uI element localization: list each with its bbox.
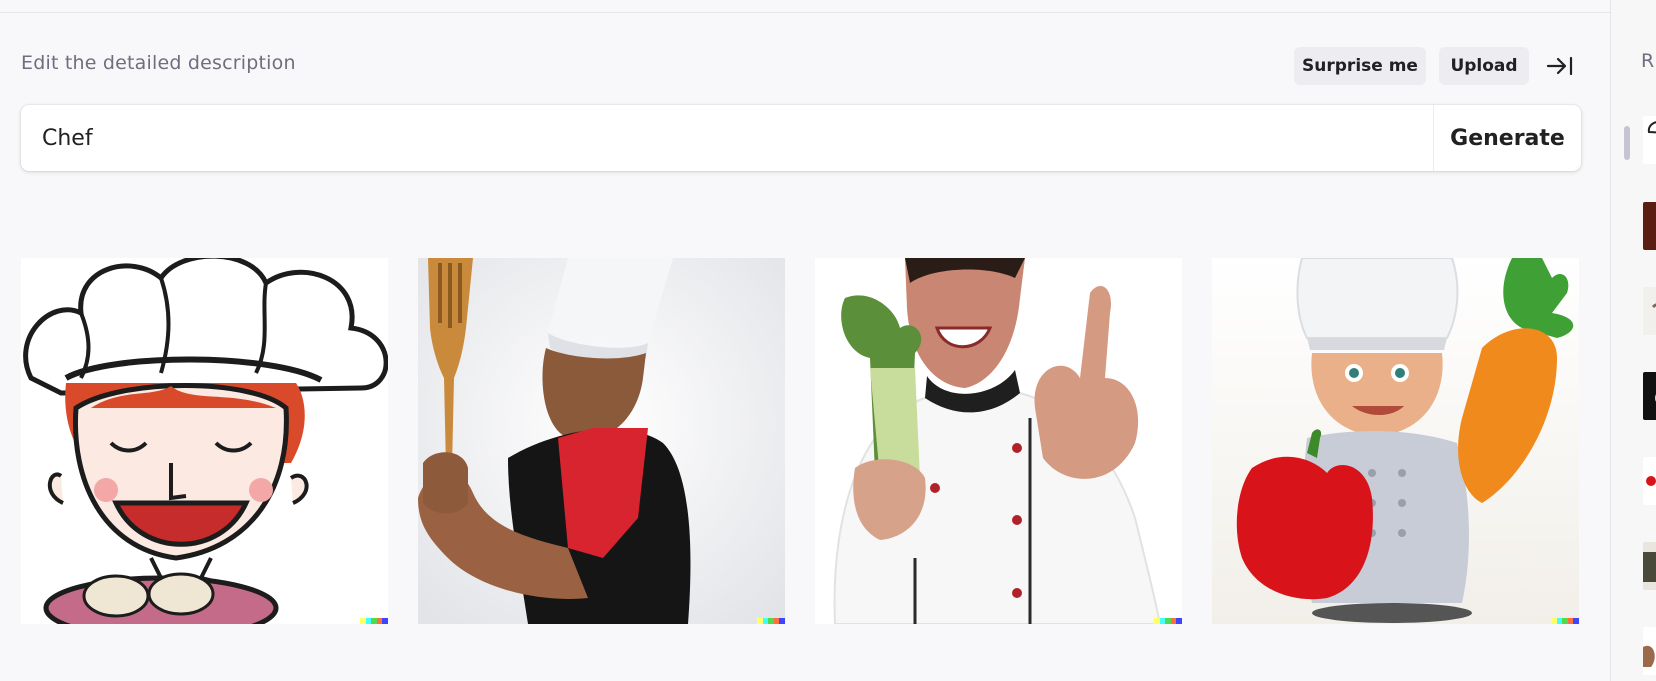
signature-mark: [757, 618, 785, 624]
celery-chef-photo: [815, 258, 1182, 624]
history-scrollbar[interactable]: [1624, 126, 1630, 160]
history-thumbnail[interactable]: [1643, 202, 1656, 250]
collapse-history-button[interactable]: [1543, 51, 1577, 81]
prompt-bar: Generate: [21, 105, 1581, 171]
history-thumbnail[interactable]: [1643, 627, 1656, 675]
surprise-me-button[interactable]: Surprise me: [1294, 47, 1426, 85]
history-thumbnail[interactable]: [1643, 287, 1656, 335]
signature-mark: [1154, 618, 1182, 624]
history-thumbnail[interactable]: [1643, 457, 1656, 505]
helper-label: Edit the detailed description: [21, 52, 296, 74]
gallery-image-celery-chef[interactable]: [815, 258, 1182, 624]
signature-swatch: [382, 618, 388, 624]
spatula-chef-photo: [418, 258, 785, 624]
generate-button[interactable]: Generate: [1433, 105, 1581, 171]
signature-swatch: [1176, 618, 1182, 624]
prompt-header: Edit the detailed description Surprise m…: [21, 45, 1581, 85]
gallery-image-spatula-chef[interactable]: [418, 258, 785, 624]
collapse-right-icon: [1546, 56, 1573, 76]
upload-button[interactable]: Upload: [1439, 47, 1529, 85]
signature-mark: [1551, 618, 1579, 624]
signature-swatch: [1573, 618, 1579, 624]
3d-chef-render: [1212, 258, 1579, 624]
history-thumbnail[interactable]: [1643, 542, 1656, 590]
gallery-image-cartoon-chef[interactable]: [21, 258, 388, 624]
prompt-input[interactable]: [21, 105, 1433, 171]
history-thumbnail[interactable]: [1643, 116, 1656, 164]
history-sidebar: R: [1610, 0, 1656, 681]
signature-mark: [360, 618, 388, 624]
history-thumbnail[interactable]: [1643, 372, 1656, 420]
gallery-image-3d-chef[interactable]: [1212, 258, 1579, 624]
cartoon-chef-illustration: [21, 258, 388, 624]
top-divider: [0, 0, 1610, 13]
history-title: R: [1641, 50, 1655, 72]
signature-swatch: [779, 618, 785, 624]
